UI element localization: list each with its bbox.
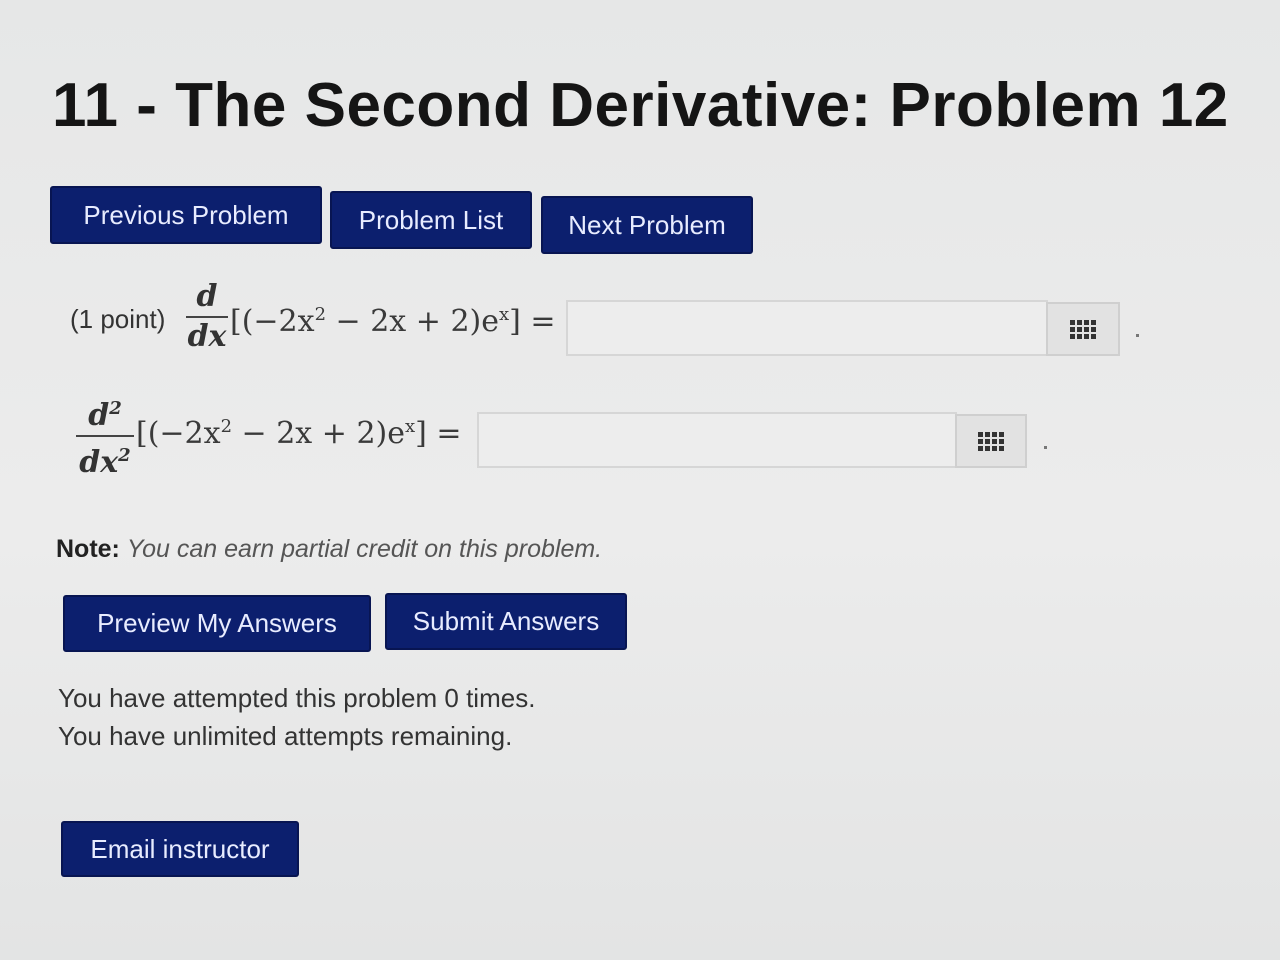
expression-open: [(−2x: [136, 416, 221, 451]
operator-numerator: d2: [88, 398, 122, 433]
first-derivative-operator: d dx: [186, 280, 228, 354]
exponent: x: [498, 304, 510, 325]
page-title: 11 - The Second Derivative: Problem 12: [52, 71, 1229, 140]
note-label: Note:: [56, 535, 120, 563]
second-derivative-operator: d2 dx2: [76, 392, 134, 480]
operator-denominator: dx: [187, 319, 227, 354]
equation-palette-icon: [978, 431, 1004, 451]
answer-input-2[interactable]: [477, 412, 957, 468]
remaining-status: You have unlimited attempts remaining.: [58, 721, 513, 751]
problem-points: (1 point): [70, 304, 166, 334]
preview-answers-button[interactable]: Preview My Answers: [63, 595, 371, 652]
expression-open: [(−2x: [230, 304, 315, 339]
exponent: 2: [314, 304, 327, 325]
trailing-dot: [1136, 334, 1139, 337]
exponent: 2: [220, 416, 233, 437]
submit-answers-button[interactable]: Submit Answers: [385, 593, 627, 650]
answer-input-1[interactable]: [566, 300, 1048, 356]
expression-mid: − 2x + 2)e: [326, 304, 499, 339]
trailing-dot: [1044, 446, 1047, 449]
operator-numerator: d: [196, 279, 218, 314]
fraction-bar: [76, 435, 134, 437]
partial-credit-note: Note: You can earn partial credit on thi…: [56, 535, 602, 564]
next-problem-button[interactable]: Next Problem: [541, 196, 753, 254]
problem-page: 11 - The Second Derivative: Problem 12 P…: [0, 0, 1280, 960]
operator-denominator: dx2: [79, 445, 131, 480]
fraction-bar: [186, 316, 228, 318]
expression-close: ] =: [415, 416, 462, 451]
previous-problem-button[interactable]: Previous Problem: [50, 186, 322, 244]
equation-palette-icon: [1070, 319, 1096, 339]
equation-palette-button-1[interactable]: [1046, 302, 1120, 356]
email-instructor-button[interactable]: Email instructor: [61, 821, 299, 877]
note-text: You can earn partial credit on this prob…: [126, 535, 603, 563]
second-derivative-expression: [(−2x2 − 2x + 2)ex] =: [136, 416, 462, 451]
attempts-status: You have attempted this problem 0 times.: [58, 683, 536, 713]
first-derivative-expression: [(−2x2 − 2x + 2)ex] =: [230, 304, 556, 339]
problem-list-button[interactable]: Problem List: [330, 191, 532, 249]
expression-mid: − 2x + 2)e: [232, 416, 405, 451]
expression-close: ] =: [509, 304, 556, 339]
equation-palette-button-2[interactable]: [955, 414, 1027, 468]
exponent: x: [404, 416, 416, 437]
